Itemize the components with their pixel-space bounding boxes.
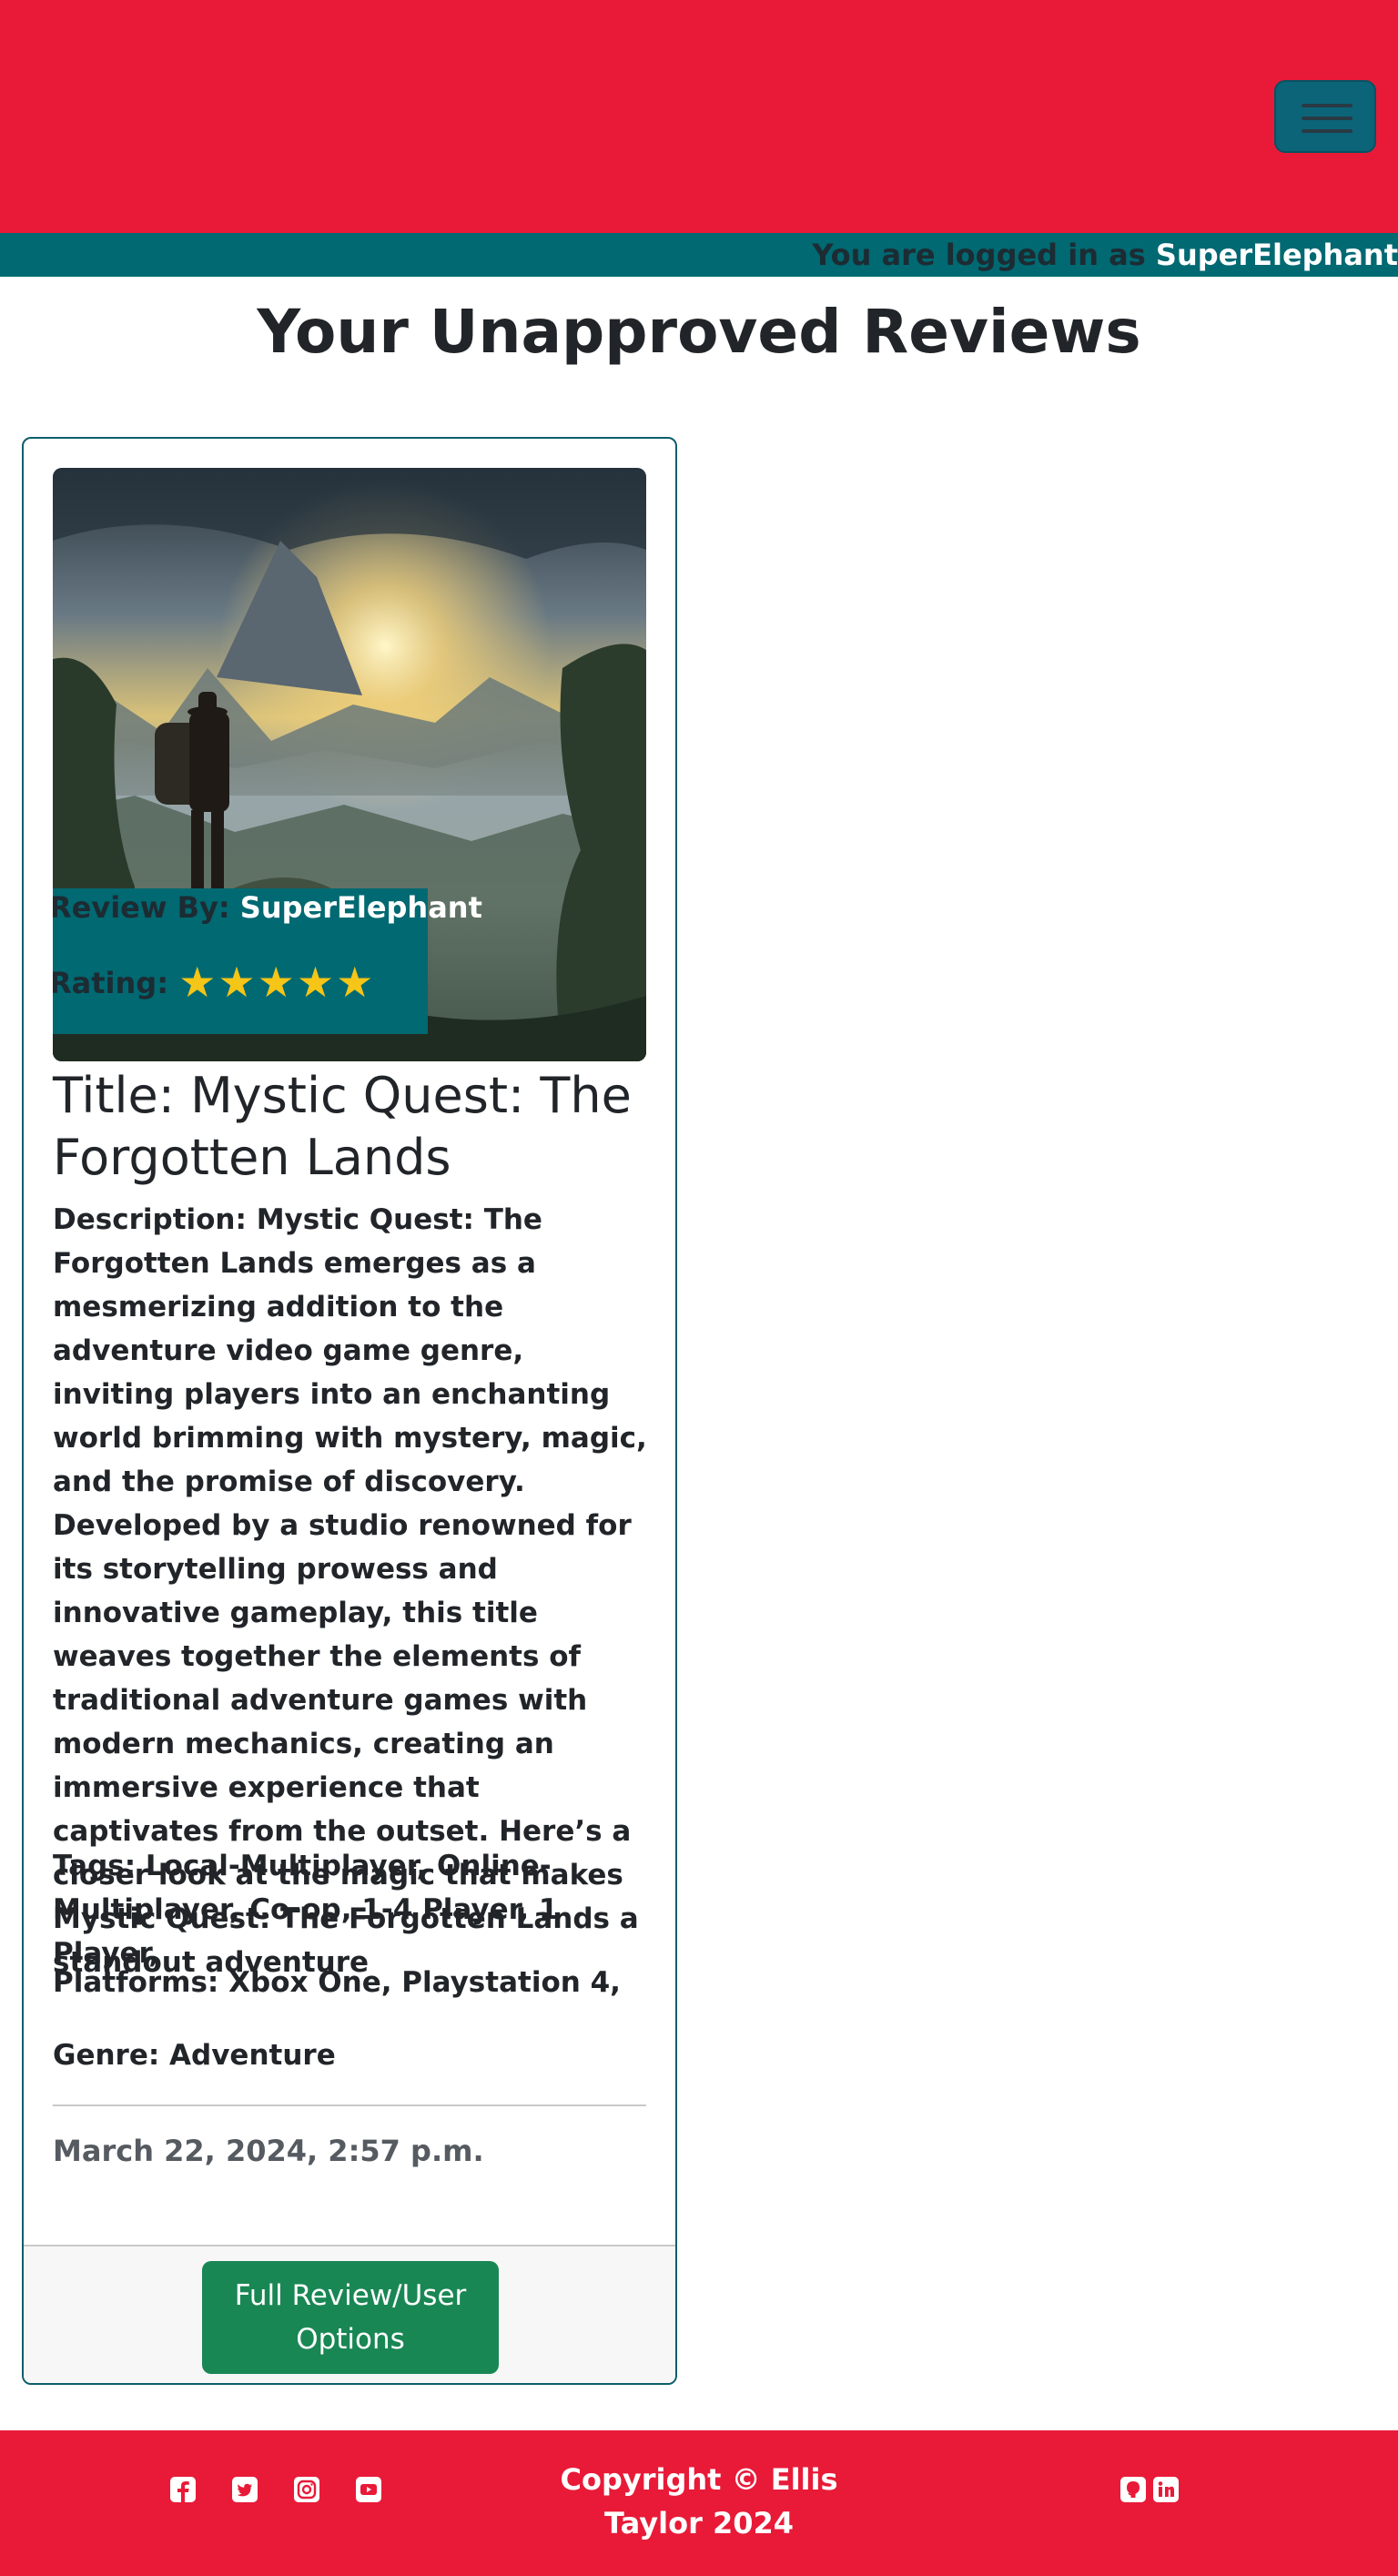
- rating: Rating: ★★★★★: [53, 958, 375, 1007]
- navbar: [0, 0, 1398, 233]
- login-status-text: You are logged in as SuperElephant: [812, 233, 1398, 277]
- login-prefix: You are logged in as: [812, 238, 1156, 272]
- hamburger-icon: [1302, 104, 1352, 107]
- review-title: Title: Mystic Quest: The Forgotten Lands: [53, 1067, 632, 1186]
- review-by-user: SuperElephant: [239, 890, 482, 925]
- site-footer: Copyright © Ellis Taylor 2024: [0, 2430, 1398, 2576]
- youtube-icon[interactable]: [355, 2476, 382, 2503]
- hamburger-icon-bar: [1302, 117, 1352, 120]
- review-tags: Tags: Local-Multiplayer, Online-Multipla…: [53, 1850, 559, 1970]
- divider: [53, 2104, 646, 2106]
- github-icon[interactable]: [1119, 2476, 1147, 2503]
- menu-toggle-button[interactable]: [1274, 80, 1376, 153]
- card-footer: Full Review/User Options: [24, 2245, 675, 2383]
- review-platforms: Platforms: Xbox One, Playstation 4,: [53, 1966, 621, 1999]
- linkedin-icon[interactable]: [1152, 2476, 1180, 2503]
- twitter-icon[interactable]: [231, 2476, 258, 2503]
- review-genre: Genre: Adventure: [53, 2039, 336, 2072]
- full-review-button[interactable]: Full Review/User Options: [202, 2261, 499, 2374]
- rating-label: Rating:: [53, 966, 179, 1000]
- hamburger-icon-bar: [1302, 129, 1352, 133]
- review-by: Review By: SuperElephant: [53, 890, 482, 925]
- review-card: Review By: SuperElephant Rating: ★★★★★ T…: [22, 437, 677, 2385]
- copyright-text: Copyright © Ellis Taylor 2024: [560, 2462, 838, 2541]
- review-by-label: Review By:: [53, 890, 240, 925]
- login-status-bar: You are logged in as SuperElephant: [0, 233, 1398, 277]
- review-date: March 22, 2024, 2:57 p.m.: [53, 2134, 484, 2168]
- page-title: Your Unapproved Reviews: [257, 297, 1141, 367]
- review-image: Review By: SuperElephant Rating: ★★★★★: [53, 468, 646, 1061]
- facebook-icon[interactable]: [169, 2476, 197, 2503]
- instagram-icon[interactable]: [293, 2476, 320, 2503]
- logged-in-username: SuperElephant: [1155, 238, 1398, 272]
- review-meta-overlay: Review By: SuperElephant Rating: ★★★★★: [53, 888, 482, 1034]
- star-icons: ★★★★★: [178, 958, 376, 1007]
